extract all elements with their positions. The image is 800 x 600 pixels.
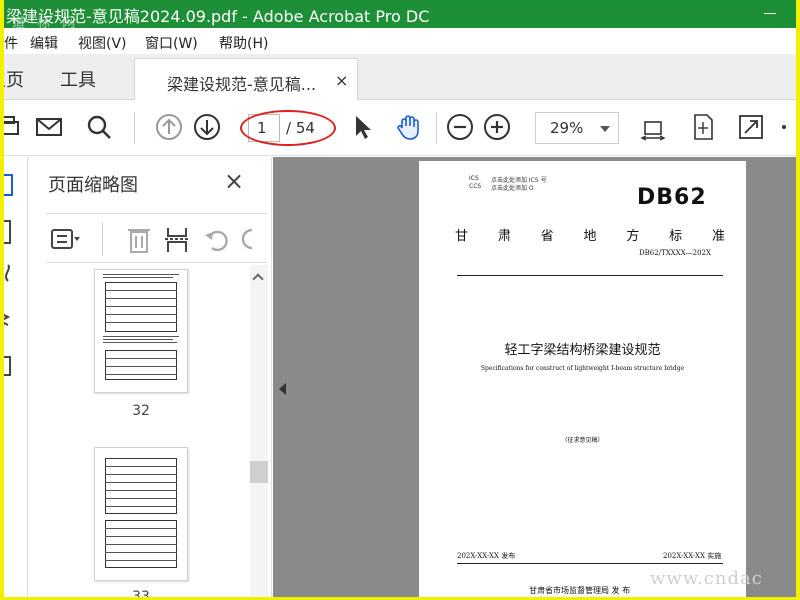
tab-tools[interactable]: 工具 xyxy=(60,66,96,92)
insert-page-icon[interactable] xyxy=(162,224,192,254)
tab-document[interactable]: 梁建设规范-意见稿... × xyxy=(134,58,358,101)
thumbnail-page-number: 33 xyxy=(132,589,150,597)
zoom-in-icon[interactable] xyxy=(482,112,512,142)
page-thumbnail[interactable] xyxy=(94,447,188,581)
layers-icon[interactable] xyxy=(4,307,18,333)
menu-edit[interactable]: 编辑 xyxy=(30,33,58,53)
tab-close-icon[interactable]: × xyxy=(335,71,348,90)
search-icon[interactable] xyxy=(84,112,114,142)
menu-view[interactable]: 视图(V) xyxy=(78,33,127,53)
zoom-out-icon[interactable] xyxy=(445,112,475,142)
panel-toolbar xyxy=(46,213,268,263)
fit-width-icon[interactable] xyxy=(638,112,668,142)
delete-page-icon[interactable] xyxy=(124,224,154,254)
menu-window[interactable]: 窗口(W) xyxy=(145,33,198,53)
standard-code-big: DB62 xyxy=(637,185,707,210)
menu-help[interactable]: 帮助(H) xyxy=(219,33,268,53)
ccs-hint: 点击此处添加 O xyxy=(491,185,534,192)
panel-close-icon[interactable]: × xyxy=(224,167,244,195)
rotate-right-icon[interactable] xyxy=(238,224,268,254)
title-bar: 梁建设规范-意见稿2024.09.pdf - Adobe Acrobat Pro… xyxy=(4,0,796,31)
toolbar-separator xyxy=(134,112,135,144)
panel-separator xyxy=(102,222,103,256)
thumbnail-page-number: 32 xyxy=(132,403,150,419)
menu-bar: 件 编辑 视图(V) 窗口(W) 帮助(H) xyxy=(4,28,796,54)
tab-home[interactable]: 主页 xyxy=(4,66,24,92)
collapse-panel-icon[interactable] xyxy=(279,383,286,395)
scroll-up-icon[interactable] xyxy=(252,273,264,285)
print-icon[interactable] xyxy=(4,112,24,142)
implement-date: 202X-XX-XX 实施 xyxy=(663,552,722,560)
ics-label: ICS xyxy=(469,175,479,182)
issuer: 甘肃省市场监督管理局 发 布 xyxy=(529,586,631,595)
page-thumbnails-icon[interactable] xyxy=(4,173,18,199)
tab-document-label: 梁建设规范-意见稿... xyxy=(167,75,317,94)
menu-file[interactable]: 件 xyxy=(4,33,18,53)
site-watermark: www.cndac xyxy=(650,568,763,589)
more-tools-icon[interactable] xyxy=(776,112,796,142)
zoom-value: 29% xyxy=(550,119,584,137)
toolbar: 1 / 54 29% xyxy=(4,100,796,156)
divider xyxy=(457,563,723,564)
scroll-thumb[interactable] xyxy=(250,461,268,483)
toolbar-separator xyxy=(436,112,437,144)
ccs-label: CCS xyxy=(469,183,482,190)
standard-number: DB62/TXXXX—202X xyxy=(639,249,711,257)
previous-page-icon[interactable] xyxy=(154,112,184,142)
draft-note: （征求意见稿） xyxy=(561,437,604,444)
pdf-page: ICS 点击此处添加 ICS 号 CCS 点击此处添加 O DB62 甘 肃 省… xyxy=(419,161,746,597)
tab-bar: 主页 工具 梁建设规范-意见稿... × xyxy=(4,54,796,101)
minimize-button[interactable] xyxy=(758,2,782,24)
divider xyxy=(457,275,723,276)
rotate-left-icon[interactable] xyxy=(202,224,232,254)
zoom-select[interactable]: 29% xyxy=(535,112,619,144)
highlight-ellipse xyxy=(240,110,336,146)
attachments-icon[interactable] xyxy=(4,261,18,287)
select-tool-icon[interactable] xyxy=(348,112,378,142)
publish-date: 202X-XX-XX 发布 xyxy=(457,552,516,560)
document-view[interactable]: ICS 点击此处添加 ICS 号 CCS 点击此处添加 O DB62 甘 肃 省… xyxy=(273,157,796,597)
thumbnail-options-icon[interactable] xyxy=(50,224,80,254)
province-standard-heading: 甘 肃 省 地 方 标 准 xyxy=(455,229,725,244)
page-thumbnail[interactable] xyxy=(94,269,188,393)
left-rail xyxy=(4,157,28,597)
bookmarks-icon[interactable] xyxy=(4,219,18,245)
thumbnail-panel: 页面缩略图 × 32 33 xyxy=(28,157,272,597)
next-page-icon[interactable] xyxy=(192,112,222,142)
email-icon[interactable] xyxy=(34,112,64,142)
chevron-down-icon xyxy=(600,126,610,132)
document-icon[interactable] xyxy=(4,353,18,379)
document-title-en: Specifications for construct of lightwei… xyxy=(480,365,685,372)
document-title-cn: 轻工字梁结构桥梁建设规范 xyxy=(504,343,661,358)
fit-page-icon[interactable] xyxy=(688,112,718,142)
panel-title: 页面缩略图 xyxy=(48,175,138,196)
thumbnail-scrollbar[interactable] xyxy=(250,265,268,597)
app-window: 梁建设规范-意见稿2024.09.pdf - Adobe Acrobat Pro… xyxy=(4,0,796,597)
hand-tool-icon[interactable] xyxy=(394,112,424,142)
full-screen-icon[interactable] xyxy=(736,112,766,142)
